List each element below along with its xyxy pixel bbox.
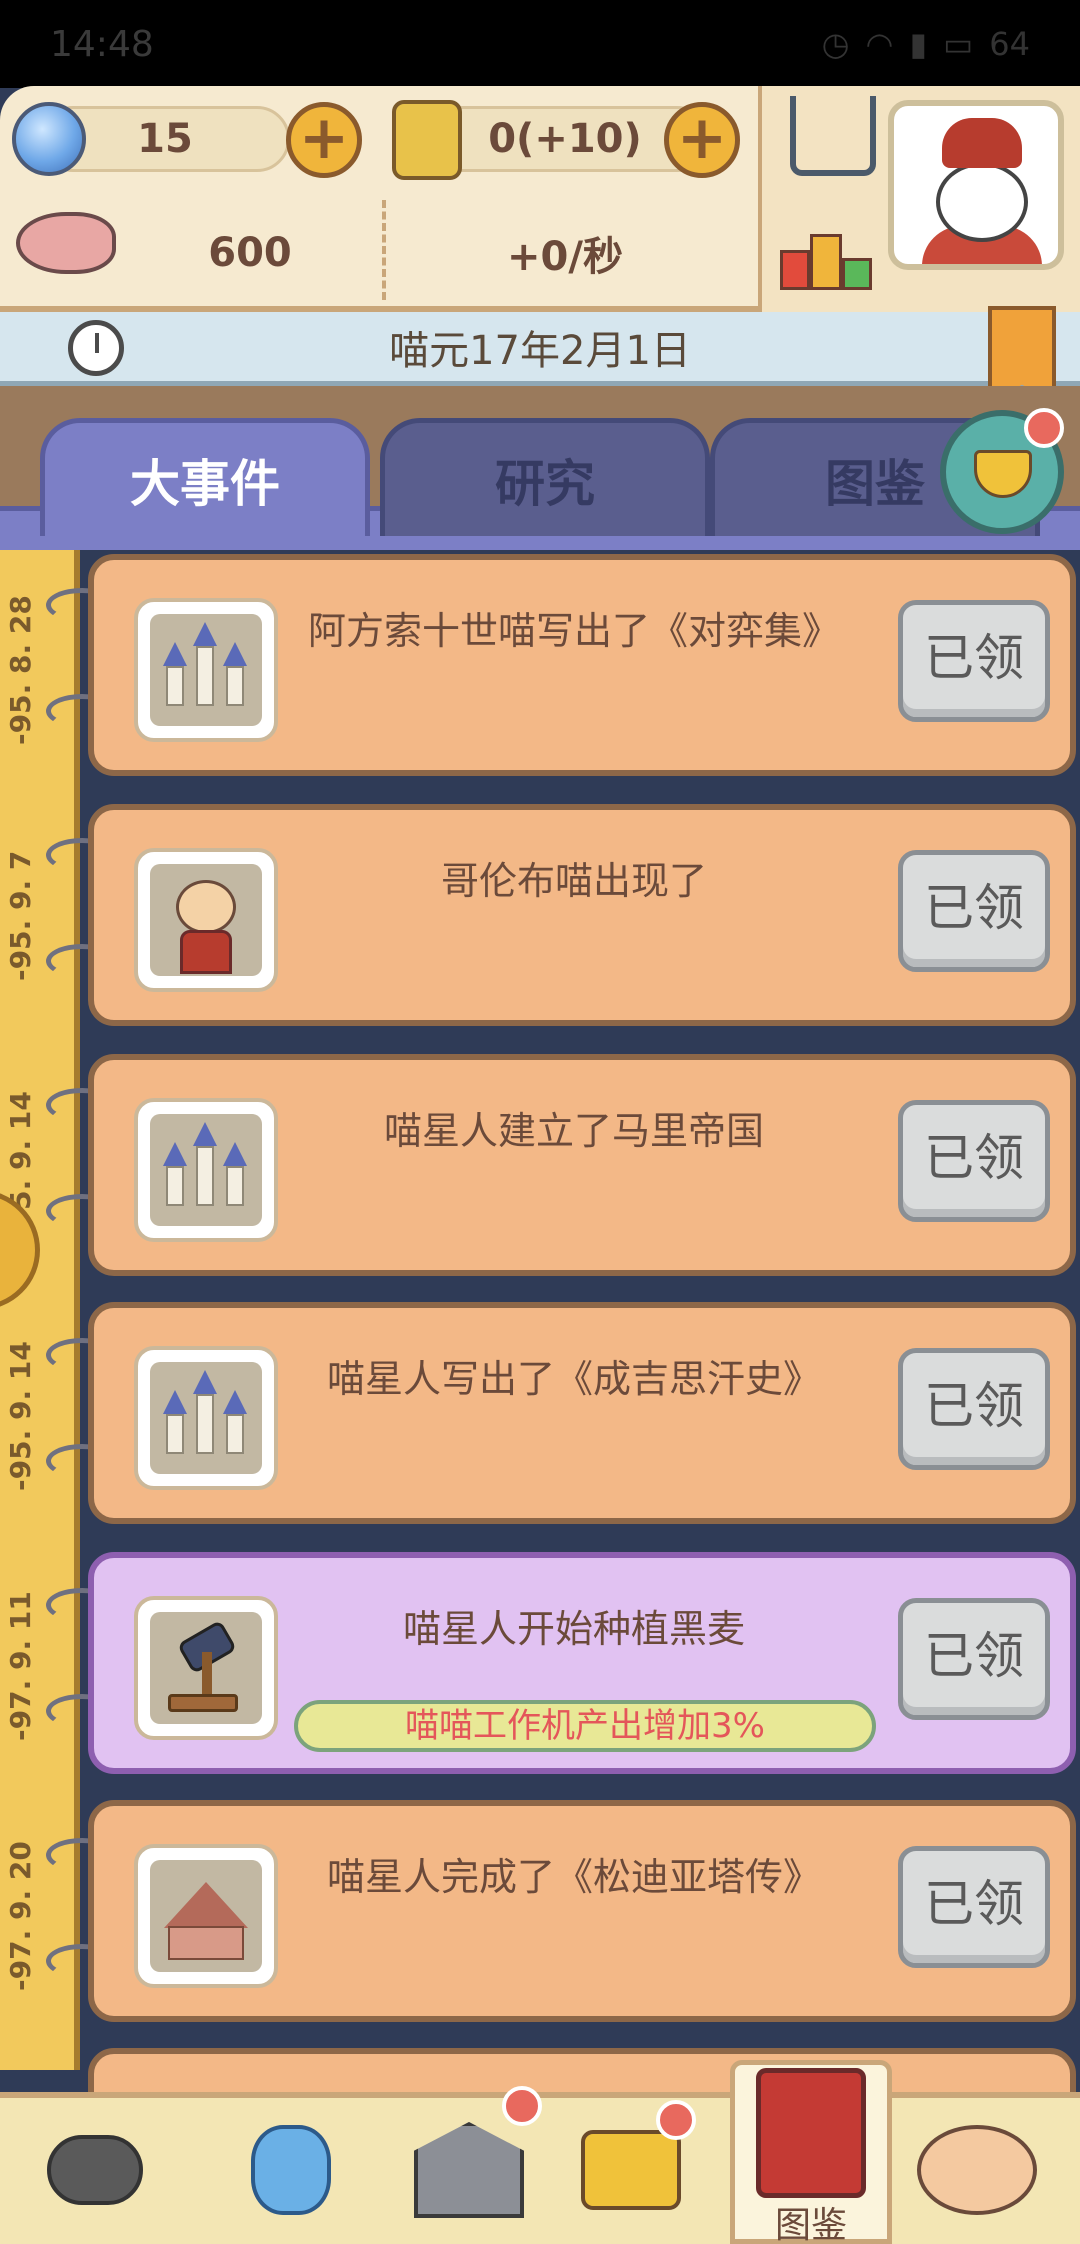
cat-character-icon [150,864,262,976]
status-bar: 14:48 ◷ ◠ ▮ ▭ 64 [0,0,1080,88]
treasure-box-icon [581,2130,681,2210]
event-thumbnail [134,1098,278,1242]
event-card: 喵星人开始种植黑麦 喵喵工作机产出增加3% 已领 [88,1552,1076,1774]
bag-icon [974,450,1032,498]
hammer-icon [150,1612,262,1724]
event-thumbnail [134,848,278,992]
timeline-label: -95. 9. 14 [4,1341,37,1491]
clock-icon [68,320,124,376]
book-icon [756,2068,866,2198]
current-date: 喵元17年2月1日 [389,327,691,374]
gem-icon [12,102,86,176]
nav-museum[interactable] [404,2110,534,2230]
battery-icon: ▭ [943,25,974,63]
cats-icon [917,2125,1037,2215]
event-thumbnail [134,1596,278,1740]
castle-icon [150,1362,262,1474]
event-title: 喵星人开始种植黑麦 [402,1607,745,1651]
status-icons: ◷ ◠ ▮ ▭ 64 [822,25,1030,63]
nav-cannon[interactable] [30,2110,160,2230]
add-scrolls-button[interactable]: + [664,102,740,178]
fish-icon [16,212,116,274]
event-thumbnail [134,1844,278,1988]
timeline-label: -95. 8. 28 [4,595,37,745]
battery-level: 64 [989,25,1030,63]
nav-cats[interactable] [912,2110,1042,2230]
notification-dot [1024,408,1064,448]
event-thumbnail [134,598,278,742]
claimed-button[interactable]: 已领 [898,600,1050,722]
tab-events[interactable]: 大事件 [40,418,370,536]
date-bar: 喵元17年2月1日 [0,312,1080,386]
notification-dot [502,2086,542,2126]
event-title: 阿方索十世喵写出了《对弈集》 [307,609,840,653]
event-title: 哥伦布喵出现了 [440,859,707,903]
cannon-icon [47,2135,143,2205]
museum-icon [414,2122,524,2218]
wifi-icon: ◠ [865,25,894,63]
claimed-button[interactable]: 已领 [898,1100,1050,1222]
tab-research[interactable]: 研究 [380,418,710,536]
notification-dot [656,2100,696,2140]
timeline-label: -97. 9. 20 [4,1841,37,1991]
event-title: 喵星人建立了马里帝国 [383,1109,764,1153]
shop-cart-icon[interactable] [790,96,876,176]
fish-rate: +0/秒 [507,234,623,280]
event-card: 哥伦布喵出现了 已领 [88,804,1076,1026]
event-title: 喵星人写出了《成吉思汗史》 [326,1357,821,1401]
claimed-button[interactable]: 已领 [898,1348,1050,1470]
avatar[interactable] [888,100,1064,270]
alarm-icon: ◷ [821,25,850,63]
timeline-label: -97. 9. 11 [4,1591,37,1741]
hut-icon [150,1860,262,1972]
add-gems-button[interactable]: + [286,102,362,178]
event-card: 喵星人完成了《松迪亚塔传》 已领 [88,1800,1076,2022]
event-card: 阿方索十世喵写出了《对弈集》 已领 [88,554,1076,776]
event-bonus: 喵喵工作机产出增加3% [294,1700,876,1752]
event-card: 喵星人写出了《成吉思汗史》 已领 [88,1302,1076,1524]
event-card: 喵星人建立了马里帝国 已领 [88,1054,1076,1276]
castle-icon [150,614,262,726]
claimed-button[interactable]: 已领 [898,1598,1050,1720]
resource-divider [382,200,386,300]
potion-icon [251,2125,331,2215]
scroll-icon [392,100,462,180]
claimed-button[interactable]: 已领 [898,1846,1050,1968]
nav-collection-label: 图鉴 [774,2205,847,2244]
leaderboard-icon[interactable] [780,210,872,290]
castle-icon [150,1114,262,1226]
nav-lab[interactable] [226,2110,356,2230]
claimed-button[interactable]: 已领 [898,850,1050,972]
event-title: 喵星人完成了《松迪亚塔传》 [326,1855,821,1899]
signal-icon: ▮ [909,25,928,63]
event-thumbnail [134,1346,278,1490]
status-time: 14:48 [50,23,154,65]
fish-counter: 600 [208,230,292,276]
timeline-label: -95. 9. 7 [4,850,37,982]
